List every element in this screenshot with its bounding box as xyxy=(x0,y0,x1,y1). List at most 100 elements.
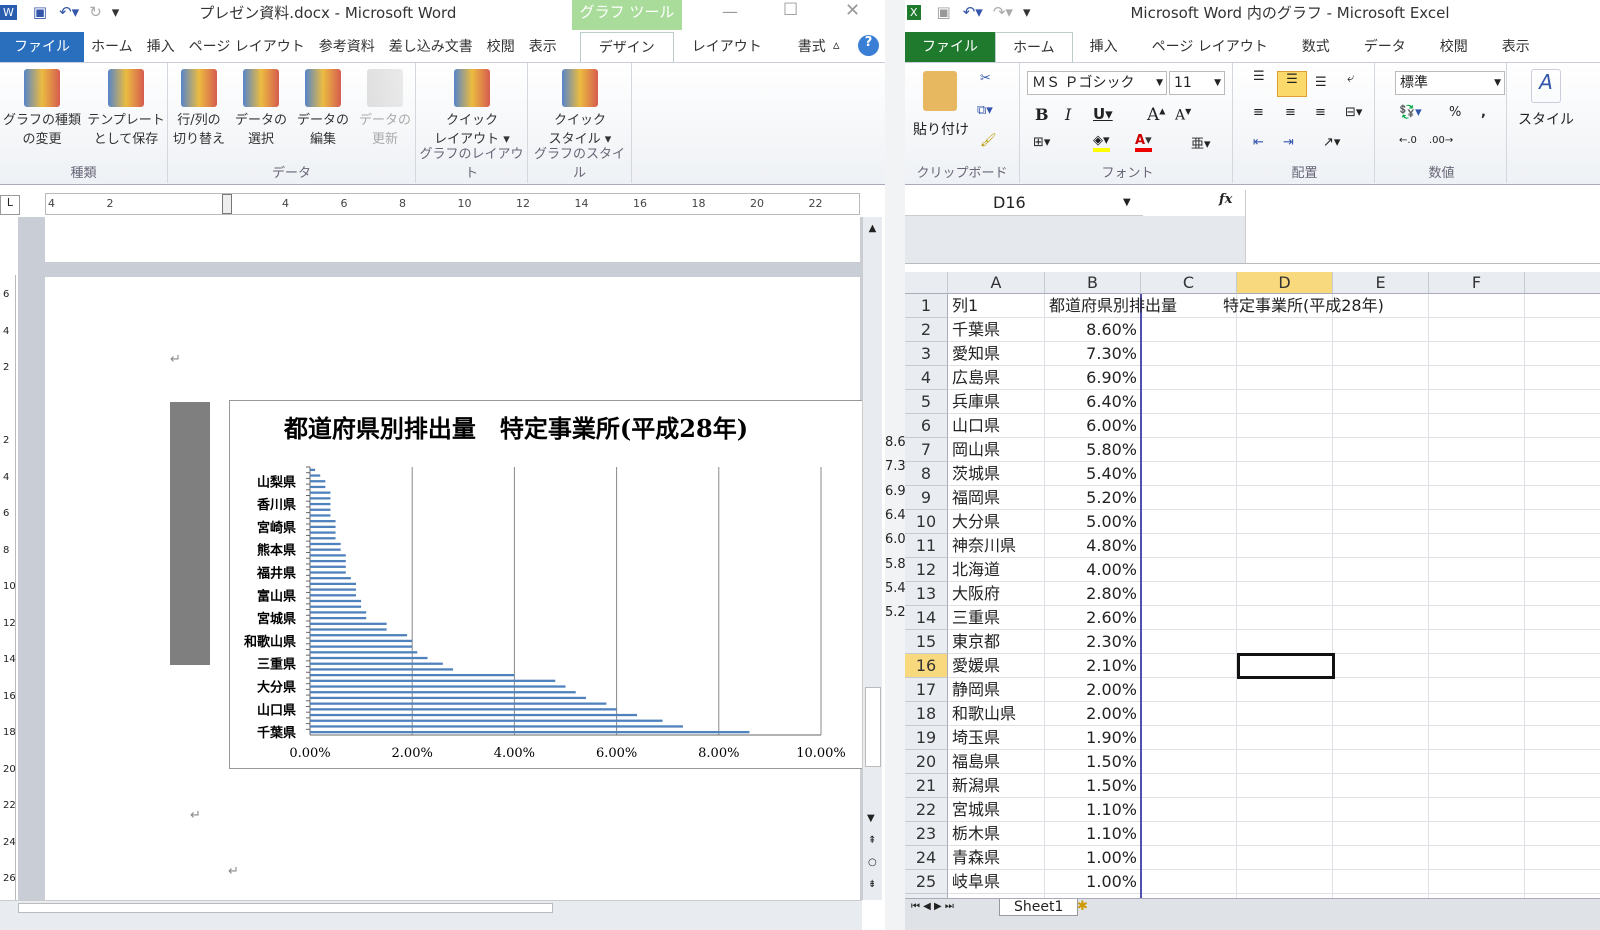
percent-style-icon[interactable]: % xyxy=(1449,105,1461,120)
cell-B7[interactable]: 5.80% xyxy=(1049,438,1137,462)
cell-B24[interactable]: 1.00% xyxy=(1049,846,1137,870)
decrease-font-icon[interactable]: A▼ xyxy=(1175,107,1191,124)
minimize-button[interactable]: — xyxy=(722,2,738,21)
cell-B14[interactable]: 2.60% xyxy=(1049,606,1137,630)
cell-B4[interactable]: 6.90% xyxy=(1049,366,1137,390)
decrease-indent-icon[interactable]: ⇤ xyxy=(1253,135,1264,150)
tab-selector[interactable]: L xyxy=(0,195,20,215)
align-center-icon[interactable]: ≡ xyxy=(1285,105,1296,120)
tab-1[interactable]: ホーム xyxy=(84,32,140,62)
fill-color-icon[interactable]: ◈▾ xyxy=(1093,133,1110,152)
scroll-up-icon[interactable]: ▲ xyxy=(863,223,882,234)
row-header[interactable]: 3 xyxy=(905,342,948,366)
cell-B25[interactable]: 1.00% xyxy=(1049,870,1137,894)
cell-A14[interactable]: 三重県 xyxy=(952,606,1041,630)
cell-A1[interactable]: 列1 xyxy=(952,294,1041,318)
row-header[interactable]: 20 xyxy=(905,750,948,774)
undo-icon[interactable]: ↶▾ xyxy=(963,3,983,21)
cell-B19[interactable]: 1.90% xyxy=(1049,726,1137,750)
insert-function-icon[interactable]: fx xyxy=(1219,192,1232,207)
customize-qat-icon[interactable]: ▾ xyxy=(1023,3,1031,21)
row-header[interactable]: 2 xyxy=(905,318,948,342)
sheet-nav-icons[interactable]: ⏮ ◀ ▶ ⏭ xyxy=(911,901,954,912)
maximize-button[interactable]: ☐ xyxy=(783,0,798,20)
tab-5[interactable]: データ xyxy=(1347,32,1423,62)
cell-A6[interactable]: 山口県 xyxy=(952,414,1041,438)
ribbon-button[interactable]: 行/列の 切り替え xyxy=(168,69,230,149)
cell-B18[interactable]: 2.00% xyxy=(1049,702,1137,726)
accounting-format-icon[interactable]: 💱▾ xyxy=(1399,105,1422,120)
column-header-A[interactable]: A xyxy=(948,272,1045,294)
cell-B8[interactable]: 5.40% xyxy=(1049,462,1137,486)
row-header[interactable]: 4 xyxy=(905,366,948,390)
formula-bar[interactable] xyxy=(1245,190,1600,264)
underline-button[interactable]: U▾ xyxy=(1093,105,1113,123)
ribbon-button[interactable]: データの 更新 xyxy=(354,69,416,149)
bold-button[interactable]: B xyxy=(1035,105,1049,124)
cell-B2[interactable]: 8.60% xyxy=(1049,318,1137,342)
cell-B11[interactable]: 4.80% xyxy=(1049,534,1137,558)
scroll-thumb[interactable] xyxy=(865,687,881,767)
align-middle-icon[interactable]: ☰ xyxy=(1277,71,1307,97)
undo-icon[interactable]: ↶▾ xyxy=(59,3,79,21)
row-header[interactable]: 10 xyxy=(905,510,948,534)
row-header[interactable]: 11 xyxy=(905,534,948,558)
cell-A2[interactable]: 千葉県 xyxy=(952,318,1041,342)
column-header-C[interactable]: C xyxy=(1141,272,1237,294)
vertical-scrollbar[interactable]: ▲ ▼ ⇞ ○ ⇟ xyxy=(862,217,882,900)
row-header[interactable]: 6 xyxy=(905,414,948,438)
select-all-corner[interactable] xyxy=(905,272,948,294)
font-size-select[interactable]: 11 ▼ xyxy=(1169,71,1225,95)
prev-page-icon[interactable]: ⇞ xyxy=(868,835,876,846)
cell-B12[interactable]: 4.00% xyxy=(1049,558,1137,582)
ribbon-button[interactable]: クイック スタイル ▾ xyxy=(528,69,632,149)
tab-4[interactable]: 参考資料 xyxy=(312,32,382,62)
cell-A17[interactable]: 静岡県 xyxy=(952,678,1041,702)
redo-icon[interactable]: ↻ xyxy=(89,3,102,21)
row-header[interactable]: 12 xyxy=(905,558,948,582)
redo-icon[interactable]: ↷▾ xyxy=(993,3,1013,21)
cell-A21[interactable]: 新潟県 xyxy=(952,774,1041,798)
tab-0[interactable]: ファイル xyxy=(0,32,84,62)
chart-object[interactable]: 都道府県別排出量 特定事業所(平成28年) 0.00% 2.00% 4.00% 6.00… xyxy=(229,400,869,769)
selected-cell-D16[interactable] xyxy=(1237,653,1335,679)
h-scroll-thumb[interactable] xyxy=(18,903,553,913)
tab-1[interactable]: ホーム xyxy=(995,32,1073,62)
row-header[interactable]: 18 xyxy=(905,702,948,726)
horizontal-ruler[interactable]: 42246810121416182022 xyxy=(45,193,860,215)
row-header[interactable]: 21 xyxy=(905,774,948,798)
horizontal-scrollbar[interactable] xyxy=(0,900,862,930)
cell-A22[interactable]: 宮城県 xyxy=(952,798,1041,822)
save-icon[interactable]: ▣ xyxy=(937,3,951,21)
align-left-icon[interactable]: ≡ xyxy=(1253,105,1264,120)
decrease-decimal-icon[interactable]: .00→ xyxy=(1429,135,1453,146)
cell-B13[interactable]: 2.80% xyxy=(1049,582,1137,606)
cell-B17[interactable]: 2.00% xyxy=(1049,678,1137,702)
font-color-icon[interactable]: A▾ xyxy=(1135,133,1152,152)
cell-D1[interactable]: 特定事業所(平成28年) xyxy=(1223,294,1384,318)
tab-6[interactable]: 校閲 xyxy=(1423,32,1485,62)
sheet-tab-sheet1[interactable]: Sheet1 xyxy=(999,899,1079,916)
tab-7[interactable]: 表示 xyxy=(1485,32,1547,62)
ribbon-button[interactable]: データの 選択 xyxy=(230,69,292,149)
column-header-F[interactable]: F xyxy=(1429,272,1525,294)
cell-B3[interactable]: 7.30% xyxy=(1049,342,1137,366)
cell-A4[interactable]: 広島県 xyxy=(952,366,1041,390)
row-header[interactable]: 9 xyxy=(905,486,948,510)
ribbon-button[interactable]: クイック レイアウト ▾ xyxy=(416,69,528,149)
increase-font-icon[interactable]: A▲ xyxy=(1147,105,1165,125)
row-header[interactable]: 16 xyxy=(905,654,948,678)
cell-B15[interactable]: 2.30% xyxy=(1049,630,1137,654)
align-right-icon[interactable]: ≡ xyxy=(1315,105,1326,120)
cell-A25[interactable]: 岐阜県 xyxy=(952,870,1041,894)
orientation-icon[interactable]: ↗▾ xyxy=(1323,135,1340,150)
ribbon-button[interactable]: テンプレート として保存 xyxy=(84,69,168,149)
cell-B1[interactable]: 都道府県別排出量 xyxy=(1049,294,1177,318)
cell-A15[interactable]: 東京都 xyxy=(952,630,1041,654)
minimize-ribbon-icon[interactable]: ▵ xyxy=(833,38,840,53)
row-header[interactable]: 17 xyxy=(905,678,948,702)
cell-A10[interactable]: 大分県 xyxy=(952,510,1041,534)
paste-icon[interactable] xyxy=(923,71,957,111)
tab-7[interactable]: 表示 xyxy=(522,32,564,62)
cell-A7[interactable]: 岡山県 xyxy=(952,438,1041,462)
